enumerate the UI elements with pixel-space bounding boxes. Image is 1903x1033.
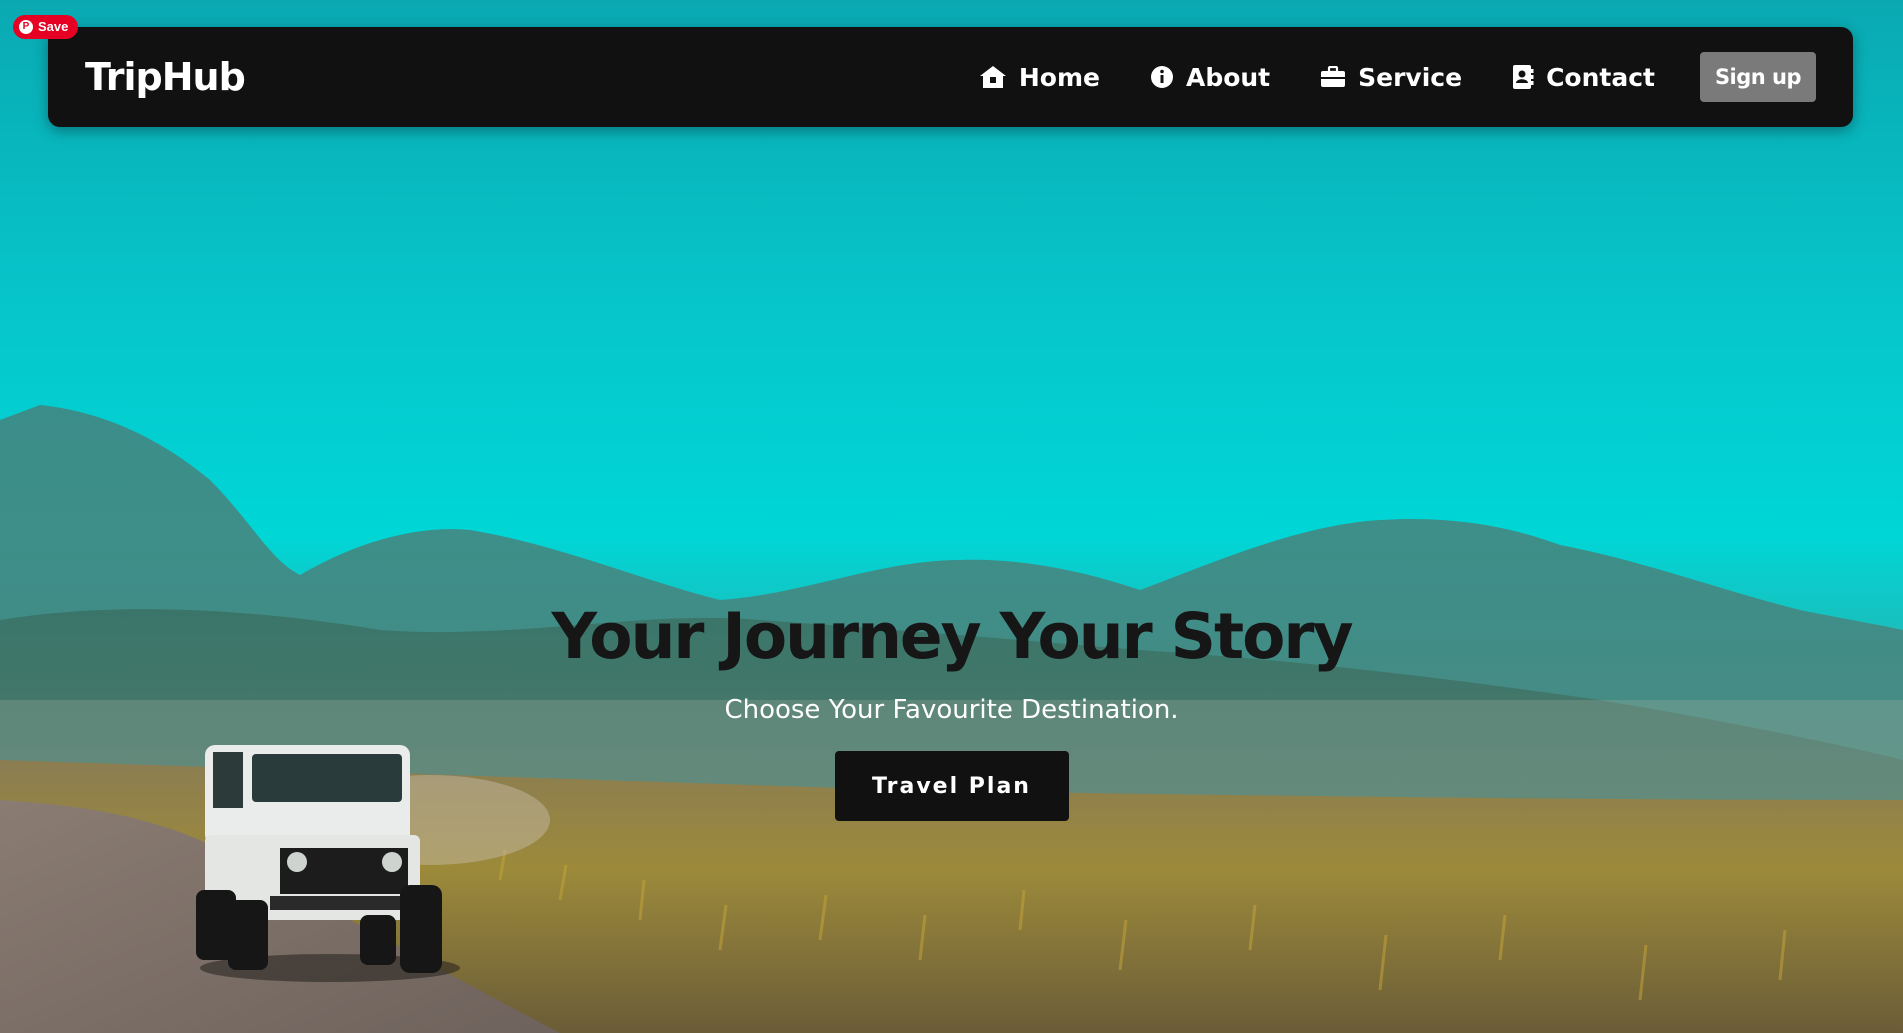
pinterest-save-label: Save <box>38 19 69 34</box>
briefcase-icon <box>1320 66 1346 88</box>
hero-section: P Save TripHub Home About Service Contac… <box>0 0 1903 1033</box>
nav-label-contact: Contact <box>1546 62 1655 92</box>
home-icon <box>979 65 1007 89</box>
nav-item-home[interactable]: Home <box>979 63 1100 92</box>
nav-label-service: Service <box>1358 62 1463 92</box>
info-icon <box>1150 65 1174 89</box>
navbar: TripHub Home About Service Contact Sign … <box>48 27 1853 127</box>
brand-logo[interactable]: TripHub <box>85 55 246 99</box>
background-landscape <box>0 405 1903 1033</box>
nav-item-service[interactable]: Service <box>1320 63 1462 92</box>
pinterest-icon: P <box>19 20 33 34</box>
contact-book-icon <box>1512 64 1534 90</box>
signup-button[interactable]: Sign up <box>1700 52 1816 102</box>
nav-label-home: Home <box>1018 62 1100 92</box>
travel-plan-button[interactable]: Travel Plan <box>834 751 1069 821</box>
nav-item-about[interactable]: About <box>1150 63 1270 92</box>
nav-label-about: About <box>1185 62 1271 92</box>
pinterest-save-button[interactable]: P Save <box>13 15 79 39</box>
hero-content: Your Journey Your Story Choose Your Favo… <box>0 600 1903 821</box>
hero-headline: Your Journey Your Story <box>551 600 1353 673</box>
nav-links: Home About Service Contact Sign up <box>929 52 1816 102</box>
nav-item-contact[interactable]: Contact <box>1512 63 1655 92</box>
hero-subtitle: Choose Your Favourite Destination. <box>724 695 1179 725</box>
